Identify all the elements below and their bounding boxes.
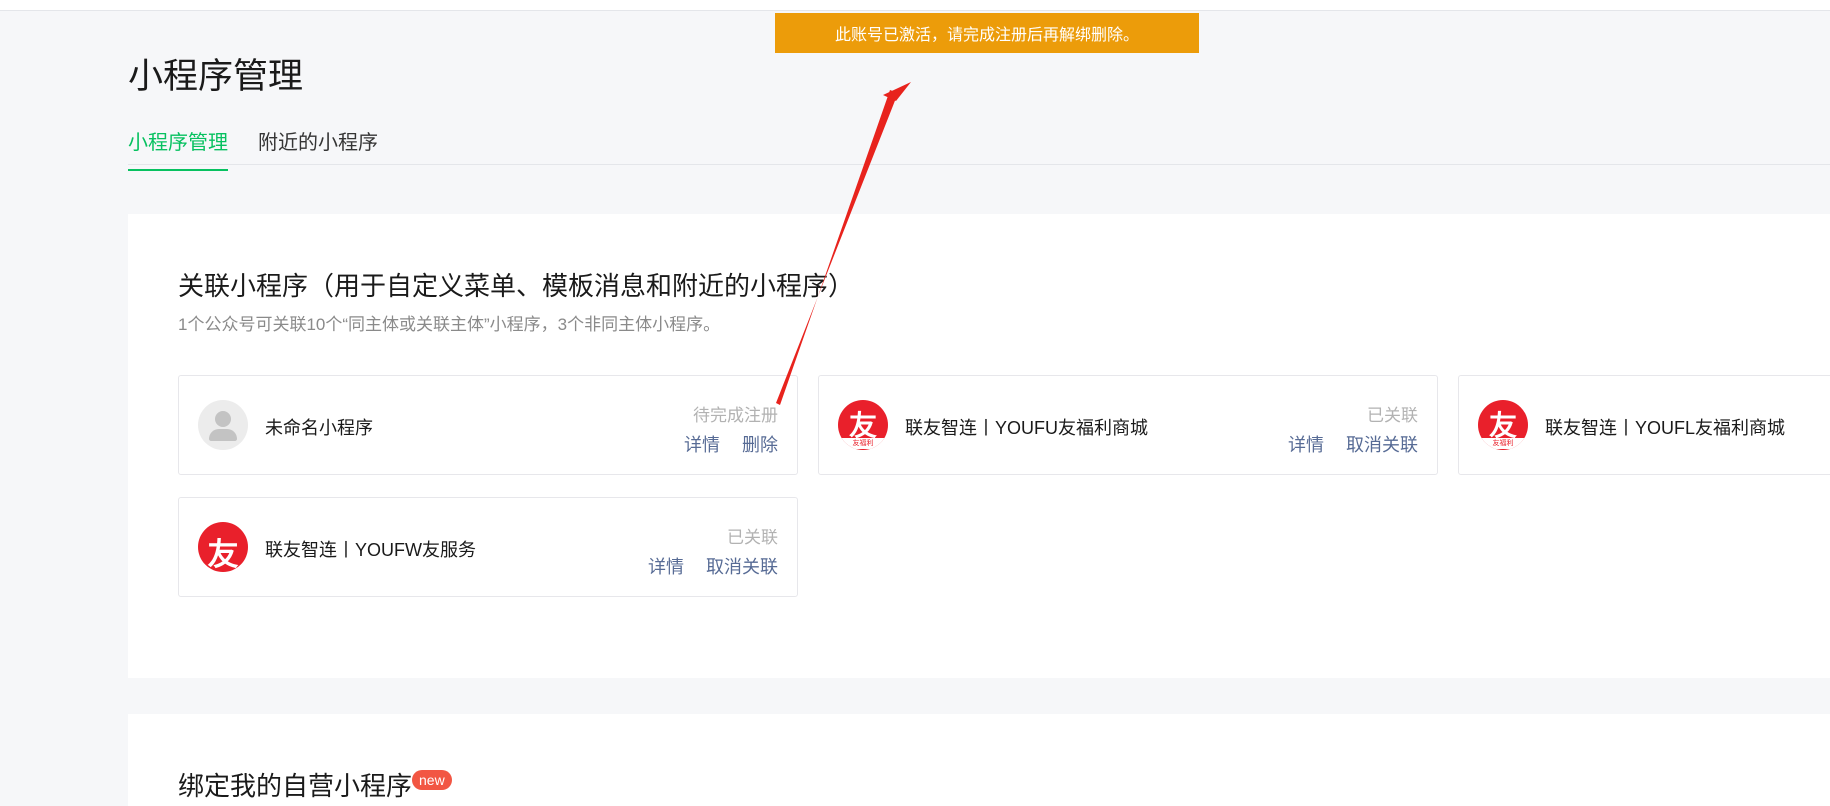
details-link[interactable]: 详情 — [1288, 435, 1324, 455]
miniprogram-status: 待完成注册 — [693, 406, 778, 425]
toast-message: 此账号已激活，请完成注册后再解绑删除。 — [834, 27, 1139, 44]
tab-bar: 小程序管理 附近的小程序 — [128, 120, 1830, 171]
miniprogram-card-youfu: 友 友福利 联友智连丨YOUFU友福利商城 已关联 详情 取消关联 — [818, 375, 1438, 475]
miniprogram-name: 联友智连丨YOUFW友服务 — [265, 540, 476, 560]
miniprogram-card-youfw: 友 联友智连丨YOUFW友服务 已关联 详情 取消关联 — [178, 497, 798, 597]
miniprogram-card-youfl: 友 友福利 联友智连丨YOUFL友福利商城 — [1458, 375, 1830, 475]
bind-own-miniprogram-panel: 绑定我的自营小程序 new — [128, 714, 1830, 806]
top-bar — [0, 0, 1830, 11]
youfw-logo-icon: 友 — [198, 522, 248, 572]
youfu-logo-icon: 友 友福利 — [838, 400, 888, 450]
annotation-arrow-head — [883, 82, 911, 101]
card-actions: 详情 取消关联 — [1266, 431, 1418, 457]
unlink-link[interactable]: 取消关联 — [1346, 435, 1418, 455]
page-title: 小程序管理 — [128, 57, 304, 96]
linked-miniprograms-panel: 关联小程序（用于自定义菜单、模板消息和附近的小程序） 1个公众号可关联10个“同… — [128, 214, 1830, 678]
new-badge: new — [412, 770, 452, 790]
tab-nearby-miniprograms[interactable]: 附近的小程序 — [258, 126, 378, 169]
tab-miniprogram-management[interactable]: 小程序管理 — [128, 126, 228, 171]
card-actions: 详情 删除 — [662, 431, 778, 457]
default-avatar-icon — [198, 400, 248, 450]
miniprogram-status: 已关联 — [727, 528, 778, 547]
miniprogram-status: 已关联 — [1367, 406, 1418, 425]
card-actions: 详情 取消关联 — [626, 553, 778, 579]
section-description: 1个公众号可关联10个“同主体或关联主体”小程序，3个非同主体小程序。 — [178, 315, 721, 334]
miniprogram-card-unnamed: 未命名小程序 待完成注册 详情 删除 — [178, 375, 798, 475]
unlink-link[interactable]: 取消关联 — [706, 557, 778, 577]
youfl-logo-icon: 友 友福利 — [1478, 400, 1528, 450]
miniprogram-name: 联友智连丨YOUFL友福利商城 — [1545, 418, 1786, 438]
miniprogram-name: 未命名小程序 — [265, 418, 373, 438]
details-link[interactable]: 详情 — [684, 435, 720, 455]
miniprogram-name: 联友智连丨YOUFU友福利商城 — [905, 418, 1148, 438]
delete-link[interactable]: 删除 — [742, 435, 778, 455]
warning-toast: 此账号已激活，请完成注册后再解绑删除。 — [775, 13, 1199, 53]
section-title: 绑定我的自营小程序 — [178, 771, 413, 801]
details-link[interactable]: 详情 — [648, 557, 684, 577]
section-title: 关联小程序（用于自定义菜单、模板消息和附近的小程序） — [178, 271, 855, 301]
